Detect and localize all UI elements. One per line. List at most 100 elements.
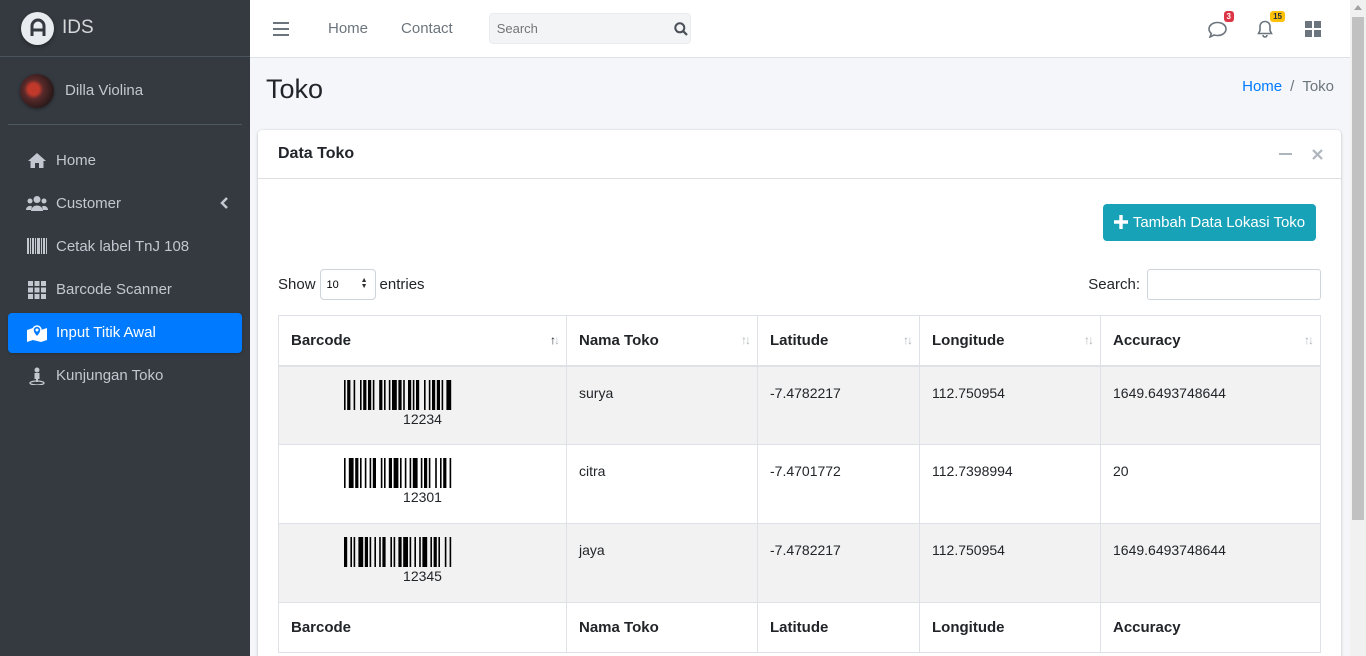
footer-accuracy: Accuracy [1100,602,1321,653]
breadcrumb-separator: / [1290,78,1295,95]
column-header-latitude[interactable]: Latitude ↑↓ [757,315,920,367]
sidebar-item-customer[interactable]: Customer [8,183,242,223]
user-name[interactable]: Dilla Violina [65,82,143,99]
barcode-bar [397,379,402,410]
table-row[interactable]: 12301 citra -7.4701772 112.7398994 20 [278,444,1321,524]
nav-link-home[interactable]: Home [328,20,368,37]
table-header-row: Barcode ↑↓ Nama Toko ↑↓ Latitude ↑↓ Long… [278,315,1321,367]
footer-nama-toko: Nama Toko [566,602,758,653]
barcode-bar [437,537,440,567]
barcode-bar [369,458,371,488]
scrollbar-thumb[interactable] [1352,17,1364,520]
barcode-bar [407,379,411,410]
messages-icon[interactable]: 3 [1205,11,1234,41]
accuracy-cell: 1649.6493748644 [1100,523,1321,603]
entries-select[interactable]: 10 [319,269,376,300]
longitude-cell: 112.7398994 [919,444,1101,524]
plus-icon [1113,214,1128,231]
brand-link[interactable]: IDS [0,0,250,57]
barcode-bar [343,458,346,488]
barcode-bar [364,458,366,488]
user-panel[interactable]: Dilla Violina [8,57,242,125]
nav-link-contact[interactable]: Contact [401,20,453,37]
sidebar-item-label: Home [56,151,97,169]
search-icon[interactable] [673,14,690,43]
map-marker-icon [26,323,48,343]
barcode-bar [412,379,414,410]
barcode-bar [391,379,397,410]
barcode-cell: 12345 [278,523,567,603]
breadcrumb-home[interactable]: Home [1242,78,1282,95]
navbar-search-input[interactable] [489,21,673,36]
barcode-bar [343,537,347,567]
entries-length-control: Show 10 ▲ ▼ entries [278,269,425,300]
length-entries-label: entries [379,276,425,293]
menu-toggle-icon[interactable] [273,21,289,36]
barcode-bar [429,537,432,567]
accuracy-cell: 1649.6493748644 [1100,365,1321,445]
table-row[interactable]: 12345 jaya -7.4782217 112.750954 1649.64… [278,523,1321,603]
barcode-bar [404,458,406,488]
barcode-bar [413,537,416,567]
sidebar-item-barcode-scanner[interactable]: Barcode Scanner [8,270,242,310]
home-icon [26,150,48,170]
sidebar-item-home[interactable]: Home [8,140,242,180]
column-label: Accuracy [1113,331,1181,349]
column-header-barcode[interactable]: Barcode ↑↓ [278,315,567,367]
longitude-cell: 112.750954 [919,365,1101,445]
close-icon[interactable] [1309,146,1325,162]
barcode-image [343,458,451,488]
sort-icon: ↑↓ [903,333,913,347]
sidebar-item-label: Barcode Scanner [56,281,172,299]
length-show-label: Show [278,276,316,293]
collapse-icon[interactable] [1277,146,1293,162]
barcode-bar [393,537,395,567]
chevron-left-icon [220,196,228,213]
sidebar-item-kunjungan-toko[interactable]: Kunjungan Toko [8,356,242,396]
scroll-up-icon[interactable] [1354,5,1362,10]
nama-toko-cell: jaya [566,523,758,603]
latitude-cell: -7.4701772 [757,444,920,524]
barcode-number: 12301 [403,489,442,505]
apps-grid-icon[interactable] [1301,17,1325,41]
sidebar-item-label: Kunjungan Toko [56,367,164,385]
add-store-location-button[interactable]: Tambah Data Lokasi Toko [1103,204,1316,241]
breadcrumb-current: Toko [1302,78,1334,95]
column-header-longitude[interactable]: Longitude ↑↓ [919,315,1101,367]
column-header-accuracy[interactable]: Accuracy ↑↓ [1100,315,1321,367]
barcode-bar [372,379,374,410]
barcode-bar [423,458,427,488]
barcode-bar [372,458,376,488]
top-navbar: Home Contact 3 15 [250,0,1350,58]
data-toko-card: Data Toko Tambah Data Lokasi Toko Show 1… [258,130,1341,656]
barcode-bar [418,537,421,567]
avatar[interactable] [20,73,54,108]
barcode-bar [353,379,355,410]
barcode-number: 12345 [403,568,442,584]
add-button-label: Tambah Data Lokasi Toko [1132,214,1306,231]
barcode-bar [431,379,435,410]
brand-name: IDS [62,17,94,38]
barcode-icon [26,236,48,256]
sort-icon: ↑↓ [1084,333,1094,347]
nama-toko-cell: citra [566,444,758,524]
footer-latitude: Latitude [757,602,920,653]
notifications-icon[interactable]: 15 [1253,11,1285,41]
page-title: Toko [266,74,324,104]
barcode-bar [409,458,411,488]
table-search-input[interactable] [1147,269,1321,300]
barcode-image [343,537,451,567]
table-footer-row: Barcode Nama Toko Latitude Longitude Acc… [278,602,1321,653]
messages-badge: 3 [1223,11,1234,22]
sidebar-item-input-titik-awal[interactable]: Input Titik Awal [8,312,242,353]
length-select-wrapper: 10 ▲ ▼ [316,269,380,300]
column-header-nama-toko[interactable]: Nama Toko ↑↓ [566,315,758,367]
barcode-bar [380,458,382,488]
vertical-scrollbar[interactable] [1350,0,1366,656]
notifications-badge: 15 [1270,11,1285,22]
footer-longitude: Longitude [919,602,1101,653]
barcode-bar [364,537,368,567]
barcode-bar [399,458,402,488]
table-row[interactable]: 12234 surya -7.4782217 112.750954 1649.6… [278,365,1321,445]
sidebar-item-cetak-label[interactable]: Cetak label TnJ 108 [8,226,242,266]
